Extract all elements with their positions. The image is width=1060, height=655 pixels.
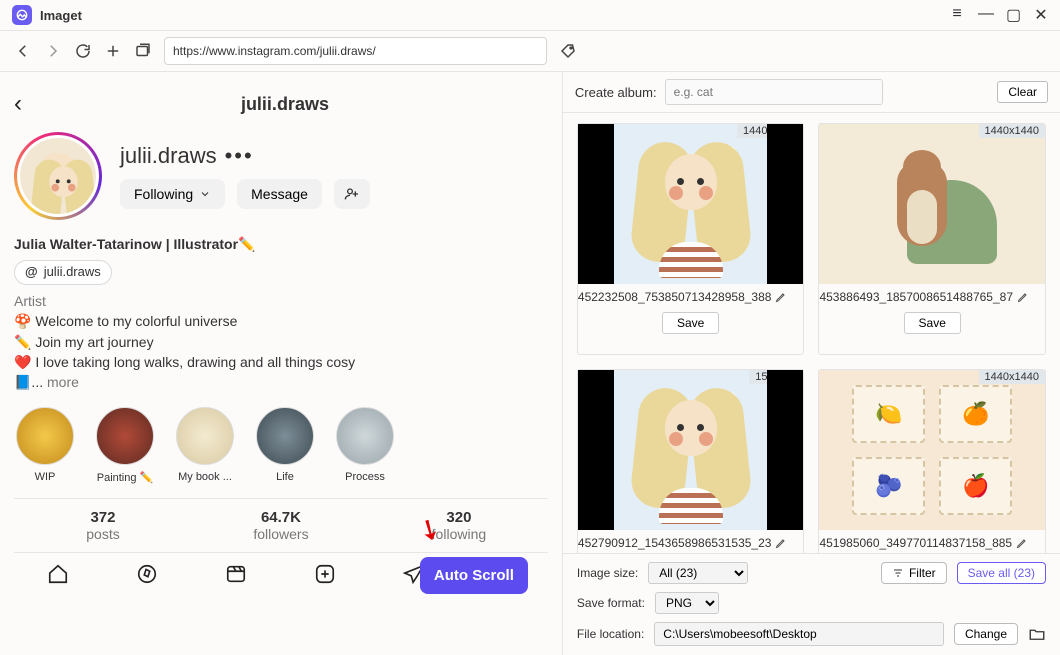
stat-followers[interactable]: 64.7Kfollowers: [192, 499, 370, 552]
menu-icon[interactable]: ≡: [950, 5, 964, 25]
highlight-book[interactable]: My book ...: [174, 407, 236, 484]
highlight-label: Process: [345, 471, 385, 483]
highlights-row: WIP Painting ✏️ My book ... Life Process: [14, 407, 548, 484]
filename: 452790912_1543658986531535_23: [578, 536, 772, 550]
image-card[interactable]: 1440x1440 452232508_753850713428958_388 …: [577, 123, 805, 355]
avatar: [20, 138, 96, 214]
stat-posts[interactable]: 372posts: [14, 499, 192, 552]
add-friend-icon: [344, 186, 360, 202]
edit-icon[interactable]: [775, 537, 787, 549]
chevron-down-icon: [199, 188, 211, 200]
image-card[interactable]: 1440x1440 🍋🍊🫐🍎 451985060_349770114837158…: [818, 369, 1046, 553]
highlight-label: WIP: [35, 471, 56, 483]
close-icon[interactable]: ✕: [1034, 5, 1048, 25]
save-all-button[interactable]: Save all (23): [957, 562, 1046, 584]
edit-icon[interactable]: [1017, 291, 1029, 303]
bio-line-3: I love taking long walks, drawing and al…: [35, 354, 355, 370]
highlight-label: My book ...: [178, 471, 232, 483]
page-viewport: ‹ julii.draws julii.draws •••: [0, 72, 563, 655]
threads-chip[interactable]: @julii.draws: [14, 260, 112, 285]
threads-handle: julii.draws: [44, 263, 101, 282]
save-format-select[interactable]: PNG: [655, 592, 719, 614]
avatar-story-ring[interactable]: [14, 132, 102, 220]
home-icon[interactable]: [47, 563, 69, 585]
maximize-icon[interactable]: ▢: [1006, 5, 1020, 25]
highlight-label: Painting ✏️: [97, 471, 154, 484]
explore-icon[interactable]: [136, 563, 158, 585]
save-button[interactable]: Save: [662, 312, 719, 334]
bio-line-2: Join my art journey: [35, 334, 153, 350]
app-title: Imaget: [40, 8, 82, 23]
add-friend-button[interactable]: [334, 179, 370, 209]
nav-back-icon[interactable]: [14, 42, 32, 60]
filename: 453886493_1857008651488765_87: [819, 290, 1013, 304]
reels-icon[interactable]: [225, 563, 247, 585]
stats-row: 372posts 64.7Kfollowers 320following: [14, 498, 548, 552]
create-album-label: Create album:: [575, 85, 657, 100]
add-tab-icon[interactable]: [104, 42, 122, 60]
username: julii.draws: [120, 143, 217, 169]
image-size-select[interactable]: All (23): [648, 562, 748, 584]
highlight-process[interactable]: Process: [334, 407, 396, 484]
filter-button[interactable]: Filter: [881, 562, 947, 584]
category-label: Artist: [14, 291, 548, 311]
image-size-label: Image size:: [577, 566, 638, 580]
minimize-icon[interactable]: —: [978, 5, 992, 25]
save-format-label: Save format:: [577, 596, 645, 610]
edit-icon[interactable]: [1016, 537, 1028, 549]
edit-icon[interactable]: [775, 291, 787, 303]
folder-icon[interactable]: [1028, 625, 1046, 643]
titlebar: Imaget ≡ — ▢ ✕: [0, 0, 1060, 30]
page-title: julii.draws: [22, 94, 548, 115]
album-input[interactable]: [665, 79, 883, 105]
following-label: Following: [134, 186, 193, 202]
message-button[interactable]: Message: [237, 179, 322, 209]
bio-line-1: Welcome to my colorful universe: [35, 313, 237, 329]
image-grid: 1440x1440 452232508_753850713428958_388 …: [563, 113, 1060, 553]
url-input[interactable]: [164, 37, 547, 65]
dimension-badge: 1440x1440: [979, 124, 1045, 138]
profile-more-icon[interactable]: •••: [225, 143, 254, 169]
auto-scroll-button[interactable]: Auto Scroll: [420, 557, 528, 594]
highlight-painting[interactable]: Painting ✏️: [94, 407, 156, 484]
dimension-badge: 1440x1440: [979, 370, 1045, 384]
save-button[interactable]: Save: [904, 312, 961, 334]
following-button[interactable]: Following: [120, 179, 225, 209]
tag-icon[interactable]: [559, 42, 577, 60]
file-location-input[interactable]: [654, 622, 944, 646]
scraper-panel: Create album: Clear 1440x1440 452232508_…: [563, 72, 1060, 655]
stat-following[interactable]: 320following: [370, 499, 548, 552]
dimension-badge: 150x150: [749, 370, 803, 384]
browser-toolbar: [0, 30, 1060, 72]
clear-button[interactable]: Clear: [997, 81, 1048, 103]
image-card[interactable]: 1440x1440 453886493_1857008651488765_87 …: [818, 123, 1046, 355]
filename: 451985060_349770114837158_885: [819, 536, 1012, 550]
tabs-icon[interactable]: [134, 42, 152, 60]
filter-icon: [892, 567, 904, 579]
highlight-label: Life: [276, 471, 294, 483]
app-icon: [12, 5, 32, 25]
create-icon[interactable]: [314, 563, 336, 585]
filename: 452232508_753850713428958_388: [578, 290, 772, 304]
reload-icon[interactable]: [74, 42, 92, 60]
image-card[interactable]: 150x150 452790912_1543658986531535_23: [577, 369, 805, 553]
nav-forward-icon[interactable]: [44, 42, 62, 60]
back-icon[interactable]: ‹: [14, 90, 22, 118]
scroll-track[interactable]: [554, 72, 560, 655]
change-button[interactable]: Change: [954, 623, 1018, 645]
bio-more[interactable]: more: [47, 374, 79, 390]
bio-title: Julia Walter-Tatarinow | Illustrator: [14, 236, 238, 252]
highlight-life[interactable]: Life: [254, 407, 316, 484]
file-location-label: File location:: [577, 627, 644, 641]
highlight-wip[interactable]: WIP: [14, 407, 76, 484]
